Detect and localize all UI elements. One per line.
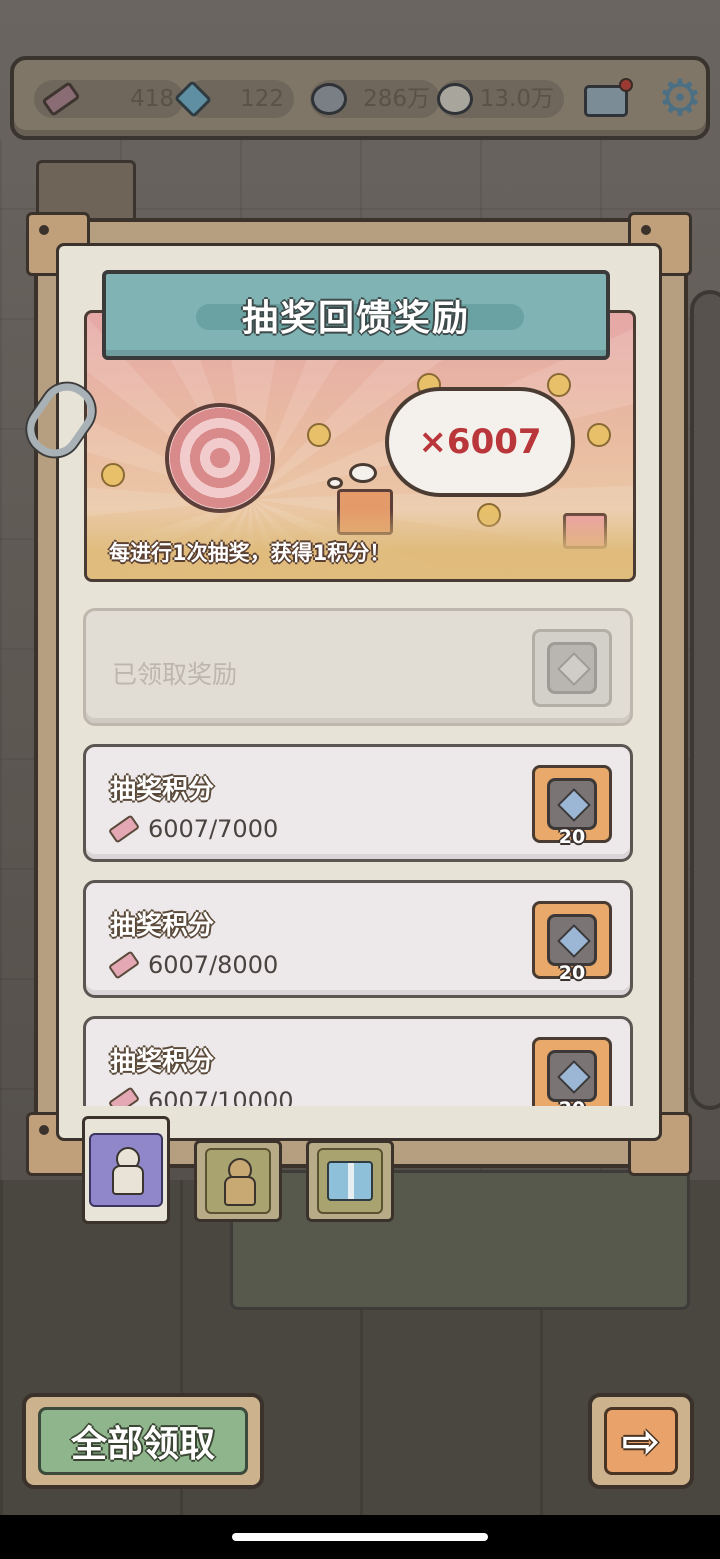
reward-count: 20 [558, 826, 586, 848]
progress-text: 6007/7000 [148, 815, 279, 843]
background-table [230, 1170, 690, 1310]
reward-row: 抽奖积分 6007/8000 20 [83, 880, 633, 998]
coin-icon [587, 423, 611, 447]
reward-row: 抽奖积分 6007/10000 20 [83, 1016, 633, 1106]
next-button[interactable]: ⇨ [588, 1393, 694, 1489]
doll-icon [109, 1147, 144, 1195]
tab-gift-box[interactable] [306, 1140, 394, 1222]
bubble-count: 286万 [363, 86, 430, 112]
claim-all-label: 全部领取 [38, 1407, 248, 1475]
ticket-icon [107, 950, 141, 980]
bubble-counter[interactable]: 286万 [310, 80, 440, 118]
reward-item-claimed [532, 629, 612, 707]
lottery-description: 每进行1次抽奖，获得1积分！ [109, 541, 391, 565]
reward-row-progress: 6007/8000 [107, 950, 279, 980]
ticket-count: 418 [130, 86, 174, 112]
resource-bar: 418 122 286万 13.0万 ⚙ [10, 56, 710, 140]
reward-item[interactable]: 20 [532, 901, 612, 984]
light-bubble-count: 13.0万 [479, 86, 554, 112]
reward-row-title: 抽奖积分 [110, 775, 215, 805]
tab-icon-frame [205, 1148, 271, 1214]
lottery-points: ×6007 [418, 422, 542, 462]
mail-icon[interactable] [580, 78, 633, 124]
reward-row-title: 抽奖积分 [110, 911, 215, 941]
reward-row-claimed: 已领取奖励 [83, 608, 633, 726]
treasure-chest-icon [547, 914, 597, 966]
progress-text: 6007/10000 [148, 1087, 294, 1106]
arrow-right-icon: ⇨ [604, 1407, 678, 1475]
thought-dot [327, 477, 343, 489]
reward-list[interactable]: 已领取奖励 抽奖积分 6007/7000 20 抽奖积分 6007/8000 2… [80, 604, 636, 1106]
gem-counter[interactable]: 122 [173, 79, 294, 119]
claim-all-button[interactable]: 全部领取 [22, 1393, 264, 1489]
reward-row-progress: 6007/7000 [107, 814, 279, 844]
speech-bubble-icon [308, 78, 350, 120]
voodoo-doll-icon [221, 1158, 256, 1206]
ticket-icon [107, 1086, 141, 1106]
reward-item[interactable]: 20 [532, 765, 612, 848]
reward-row-title: 抽奖积分 [110, 1047, 215, 1077]
claimed-label: 已领取奖励 [112, 660, 238, 689]
reward-count: 20 [558, 962, 586, 984]
tab-icon-frame [317, 1148, 383, 1214]
light-bubble-icon [434, 78, 476, 120]
coin-icon [101, 463, 125, 487]
gift-box-icon [327, 1161, 373, 1201]
home-indicator[interactable] [232, 1533, 488, 1541]
coin-icon [547, 373, 571, 397]
tab-voodoo-doll[interactable] [194, 1140, 282, 1222]
points-cloud: ×6007 [385, 387, 575, 497]
reward-row: 抽奖积分 6007/7000 20 [83, 744, 633, 862]
progress-text: 6007/8000 [148, 951, 279, 979]
panel-title-plate: 抽奖回馈奖励 [102, 270, 610, 360]
background-pipe [690, 290, 720, 1110]
gem-count: 122 [240, 86, 284, 112]
tab-icon-frame [89, 1133, 163, 1207]
dartboard-icon [165, 403, 275, 513]
ticket-icon [40, 78, 82, 120]
gear-icon[interactable]: ⚙ [652, 70, 708, 126]
reward-count: 20 [535, 1098, 609, 1106]
panel-title: 抽奖回馈奖励 [241, 298, 470, 339]
ticket-counter[interactable]: 418 [34, 80, 184, 118]
coin-icon [307, 423, 331, 447]
gem-icon [172, 78, 214, 120]
ticket-icon [107, 814, 141, 844]
treasure-chest-icon [547, 778, 597, 830]
reward-item[interactable]: 20 [532, 1037, 612, 1106]
reward-row-progress: 6007/10000 [107, 1086, 294, 1106]
treasure-chest-icon [547, 642, 597, 694]
thought-dot [349, 463, 377, 483]
light-bubble-counter[interactable]: 13.0万 [437, 80, 564, 118]
tab-doll[interactable] [82, 1116, 170, 1224]
notification-dot [619, 78, 633, 92]
treasure-chest-icon [547, 1050, 597, 1102]
